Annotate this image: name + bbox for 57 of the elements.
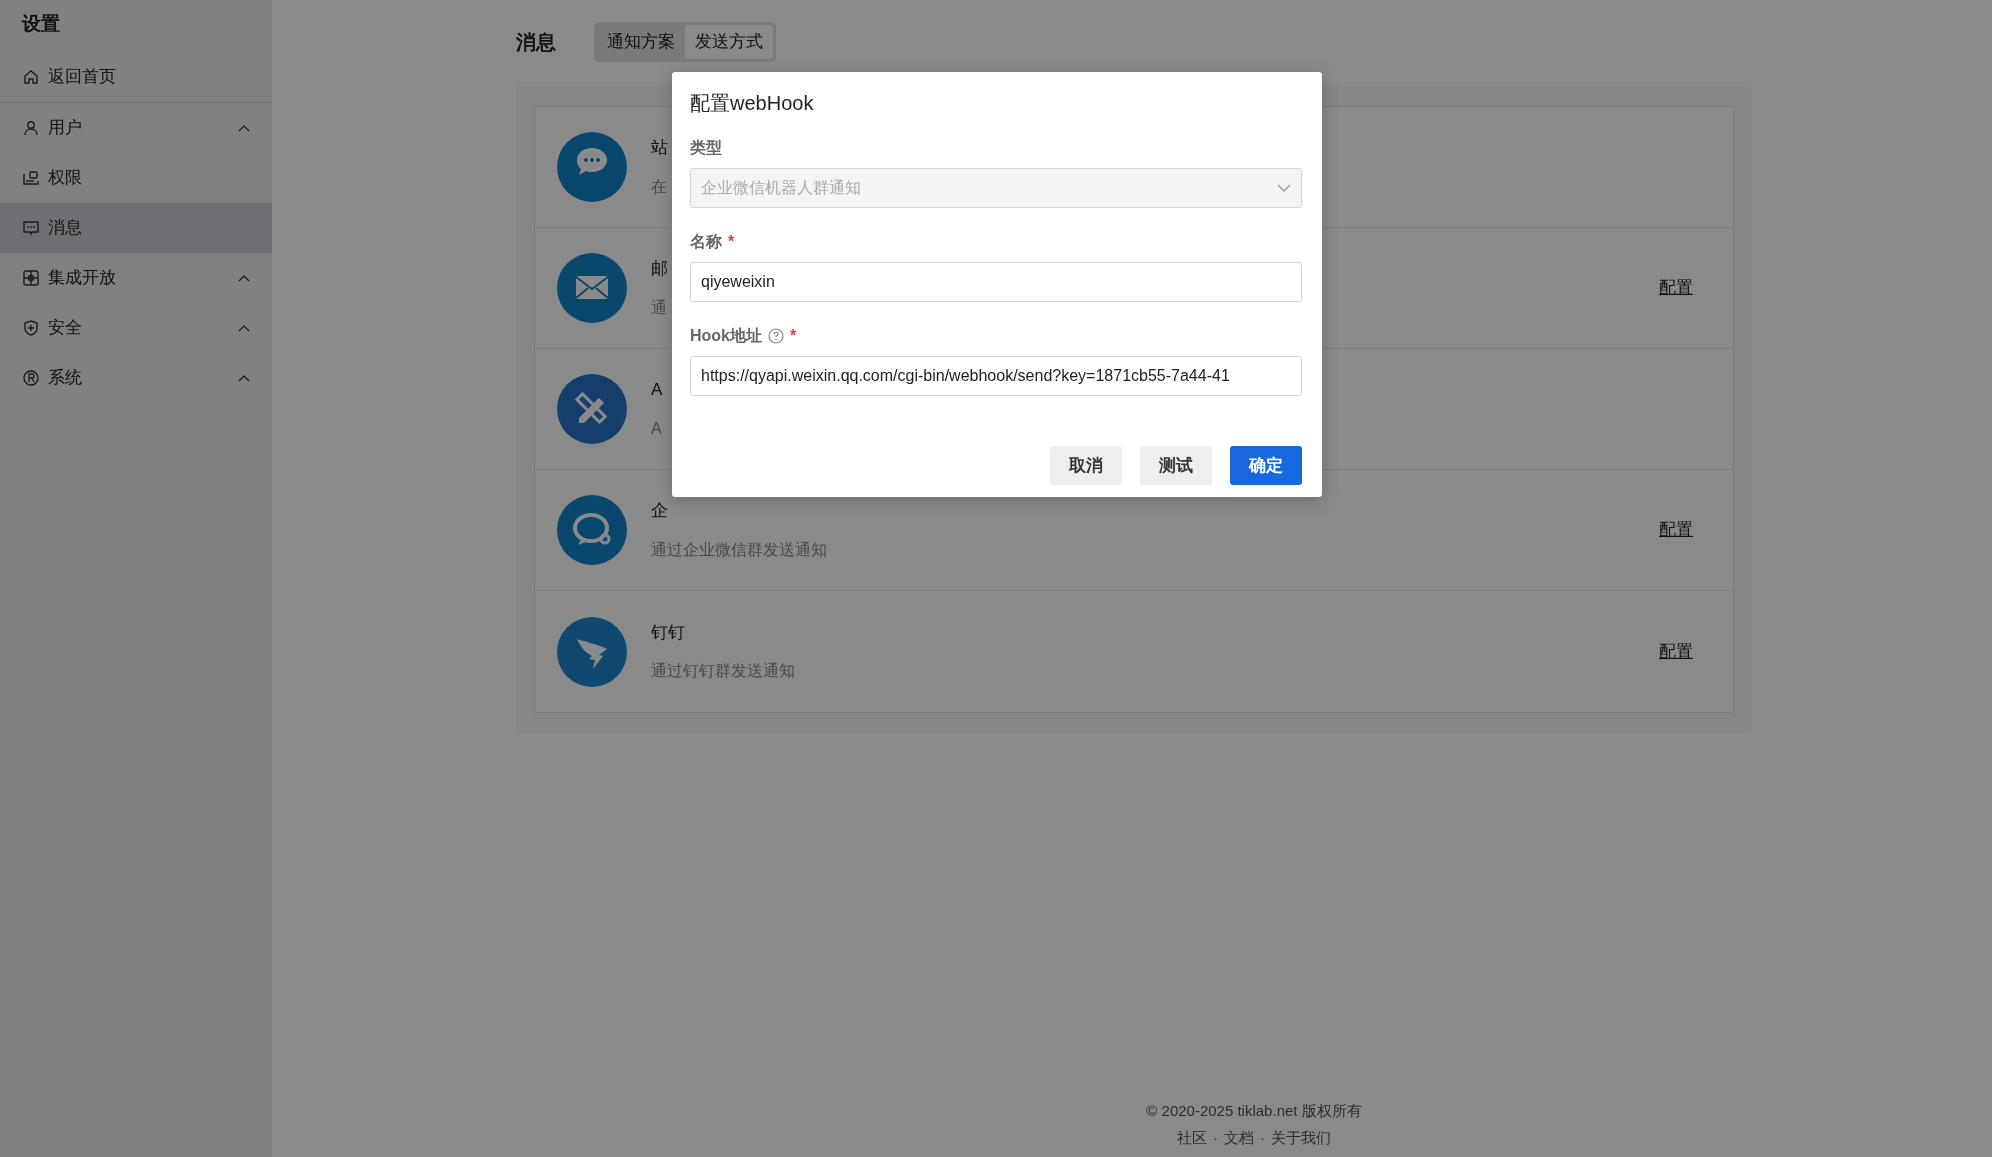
home-icon — [22, 68, 40, 86]
configure-link[interactable]: 配置 — [1659, 275, 1693, 301]
field-label: 名称 — [690, 232, 722, 252]
required-mark: * — [728, 232, 735, 252]
channel-description: 在 — [651, 176, 668, 197]
channel-description: A — [651, 418, 663, 439]
sidebar-item[interactable]: 消息 — [0, 202, 272, 253]
chat-bubble-icon — [557, 495, 627, 565]
channel-name: 钉钉 — [651, 621, 686, 644]
channel-description: 通过钉钉群发送通知 — [651, 661, 795, 682]
channel-description: 通过企业微信群发送通知 — [651, 539, 827, 560]
chevron-down-icon — [1277, 184, 1291, 192]
footer-link[interactable]: 社区 — [1177, 1126, 1207, 1149]
grid-icon — [22, 268, 40, 287]
field-label: 类型 — [690, 138, 722, 158]
channel-name: 站 — [651, 137, 668, 160]
tab[interactable]: 发送方式 — [685, 25, 773, 59]
channel-description: 通 — [651, 297, 668, 318]
sidebar-item[interactable]: 返回首页 — [0, 52, 272, 103]
sidebar-title: 设置 — [20, 12, 61, 36]
id-card-icon — [22, 168, 40, 187]
footer-link[interactable]: 文档 — [1224, 1126, 1254, 1149]
copyright-text: © 2020-2025 tiklab.net 版权所有 — [1145, 1101, 1363, 1121]
page-title: 消息 — [516, 30, 556, 55]
channel-name: 邮 — [651, 258, 668, 281]
dialog-button[interactable]: 测试 — [1140, 446, 1212, 485]
registered-icon — [22, 368, 40, 387]
input-field[interactable]: https://qyapi.weixin.qq.com/cgi-bin/webhook/send?key=1871cb55-7a44-41 — [690, 356, 1302, 396]
sidebar-item[interactable]: 权限 — [0, 152, 272, 203]
chat-icon — [557, 132, 627, 202]
footer-link[interactable]: 关于我们 — [1271, 1126, 1331, 1149]
shield-icon — [22, 318, 40, 337]
channel-name: 企 — [651, 500, 669, 523]
configure-link[interactable]: 配置 — [1659, 638, 1693, 665]
wing-icon — [557, 616, 627, 687]
required-mark: * — [790, 326, 797, 346]
field-label: Hook地址 — [690, 326, 762, 346]
chevron-up-icon — [238, 373, 250, 382]
user-icon — [22, 118, 40, 137]
separator: · — [1260, 1127, 1265, 1148]
channel-name: A — [651, 379, 663, 402]
chevron-up-icon — [238, 123, 250, 132]
sidebar-item[interactable]: 用户 — [0, 102, 272, 153]
separator: · — [1213, 1127, 1218, 1148]
pencil-ruler-icon — [557, 374, 627, 444]
dialog-title: 配置webHook — [690, 91, 815, 116]
configure-link[interactable]: 配置 — [1659, 517, 1693, 543]
message-icon — [22, 218, 40, 237]
tab[interactable]: 通知方案 — [597, 25, 685, 59]
dialog-button[interactable]: 取消 — [1050, 446, 1122, 485]
chevron-up-icon — [238, 323, 250, 332]
envelope-icon — [557, 253, 627, 323]
confirm-button[interactable]: 确定 — [1230, 446, 1302, 485]
sidebar-item[interactable]: 系统 — [0, 352, 272, 403]
sidebar-item[interactable]: 安全 — [0, 302, 272, 353]
input-field[interactable]: qiyeweixin — [690, 262, 1302, 302]
chevron-up-icon — [238, 273, 250, 282]
